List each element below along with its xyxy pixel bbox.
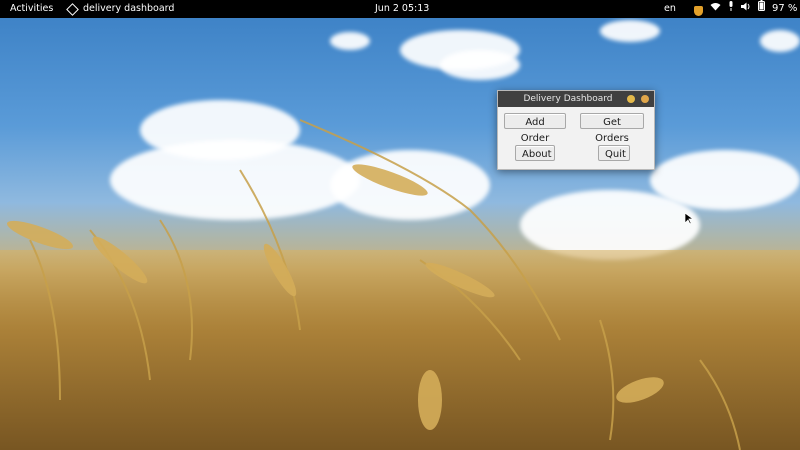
get-orders-button[interactable]: Get Orders xyxy=(580,113,644,144)
app-diamond-icon xyxy=(66,2,79,16)
speaker-icon xyxy=(741,0,751,18)
desktop-background xyxy=(0,0,800,450)
clock[interactable]: Jun 2 05:13 xyxy=(375,0,429,18)
close-button[interactable] xyxy=(641,95,649,103)
minimize-button[interactable] xyxy=(627,95,635,103)
wifi-icon xyxy=(710,0,721,18)
window-title: Delivery Dashboard xyxy=(523,94,613,104)
shield-icon[interactable] xyxy=(694,6,703,16)
activities-button[interactable]: Activities xyxy=(10,0,53,18)
microphone-icon xyxy=(728,0,734,18)
window-titlebar[interactable]: Delivery Dashboard xyxy=(498,91,654,107)
wheat-stalks xyxy=(6,119,741,450)
about-button[interactable]: About xyxy=(515,145,555,161)
top-bar: Activities delivery dashboard Jun 2 05:1… xyxy=(0,0,800,18)
system-tray[interactable]: 97 % xyxy=(694,0,797,18)
app-name-label: delivery dashboard xyxy=(83,3,175,14)
delivery-dashboard-window: Delivery Dashboard Add Order Get Orders … xyxy=(497,90,655,170)
mouse-cursor-icon xyxy=(685,213,693,225)
language-indicator[interactable]: en xyxy=(664,0,676,18)
battery-percent: 97 % xyxy=(772,3,798,14)
add-order-button[interactable]: Add Order xyxy=(504,113,566,144)
battery-icon xyxy=(758,0,765,18)
app-menu[interactable]: delivery dashboard xyxy=(66,0,175,18)
quit-button[interactable]: Quit xyxy=(598,145,630,161)
